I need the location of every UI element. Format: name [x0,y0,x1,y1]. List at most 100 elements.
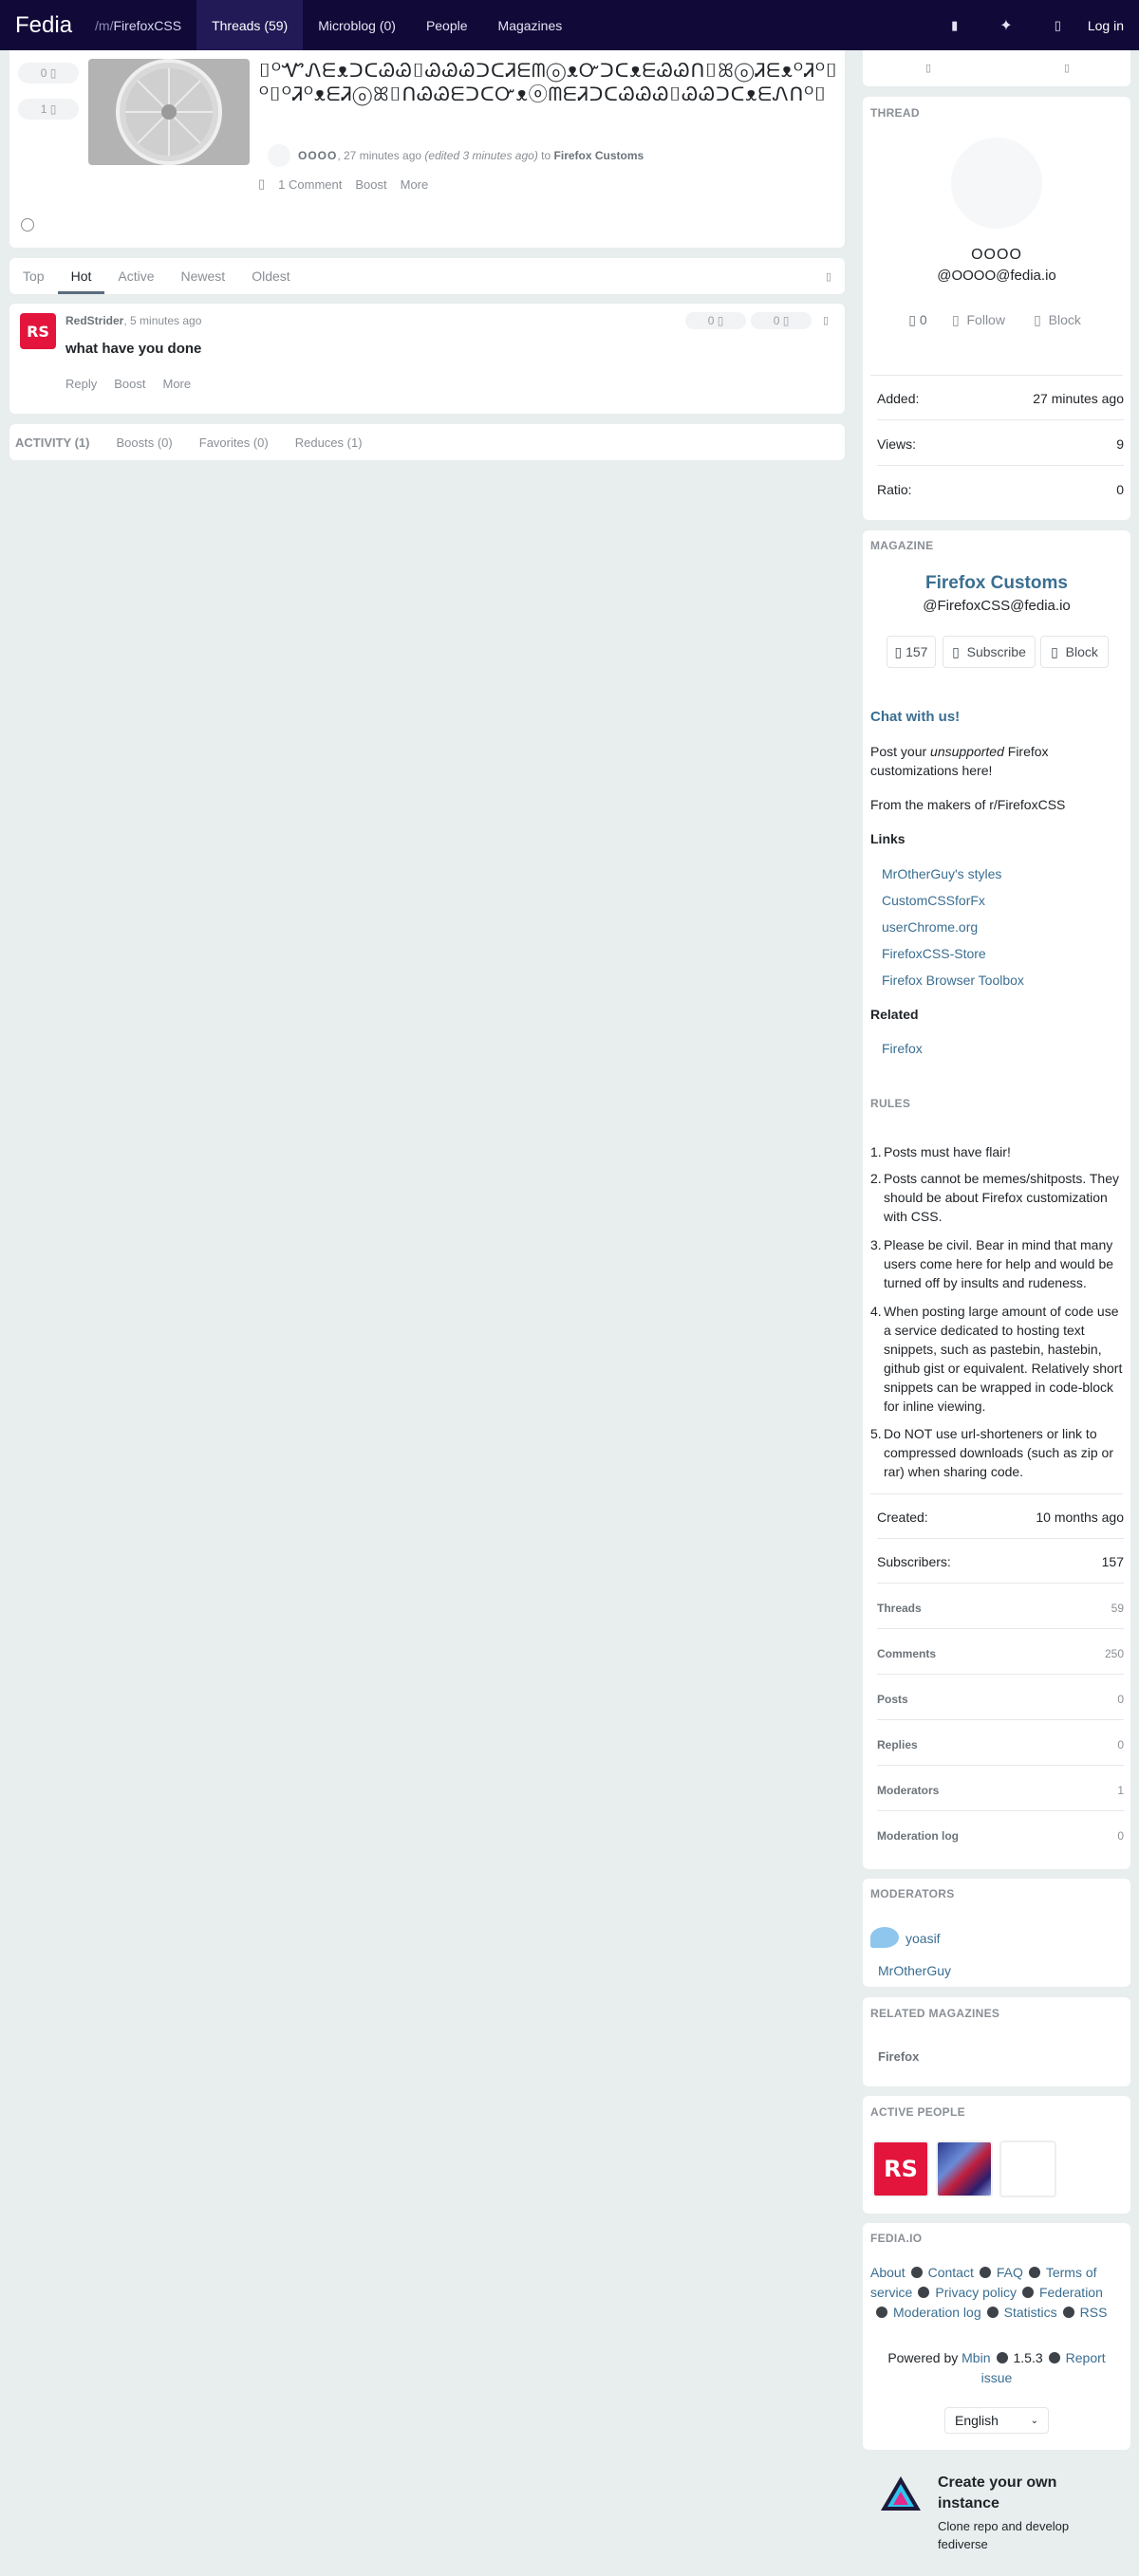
entry-magazine-link[interactable]: Firefox Customs [554,149,644,162]
footer-rss[interactable]: RSS [1080,2305,1108,2320]
bullet-dot [1021,2287,1034,2298]
footer-contact[interactable]: Contact [928,2265,974,2280]
nav-threads[interactable]: Threads (59) [196,0,304,50]
stub-icon-left[interactable]: ▯ [925,62,931,74]
activity-tab[interactable]: ACTIVITY (1) [15,436,90,450]
moderator-yoasif[interactable]: yoasif [906,1931,941,1946]
nav-people[interactable]: People [411,0,483,50]
stat-value: 0 [1117,1738,1124,1751]
settings-icon[interactable]: ▯ [1034,18,1082,33]
downvote-button[interactable]: 1 ▯ [18,99,79,120]
brand-logo[interactable]: Fedia [0,12,87,39]
chat-link[interactable]: Chat with us! [870,709,960,725]
stat-label: Added: [877,391,920,406]
block-label: Block [1048,312,1081,327]
footer-faq[interactable]: FAQ [997,2265,1023,2280]
stat-moderators: Moderators 1 [877,1784,1124,1811]
footer-moderation-log[interactable]: Moderation log [893,2305,981,2320]
thread-author-name[interactable]: OOOO [863,247,1130,264]
entry-title[interactable]: ⌷ᴼᏉᏁᗴᴥᑐᑕᏊᏊ⌷ᏊᏊᏊᑐᑕᏘᗴᗰⓞᴥᏅᑐᑕᴥᗴᏊᏊᑎ⌷ꕤⓞᏘᗴᴥᴼᏘᴼ⌷ᴼ… [259,59,838,135]
boost-button[interactable]: Boost [355,177,386,192]
view-options-icon[interactable]: ▯ [826,270,831,283]
more-button[interactable]: More [401,177,429,192]
stat-label: Subscribers: [877,1554,951,1569]
stat-value: 10 months ago [1036,1510,1124,1525]
mbin-link[interactable]: Mbin [962,2350,990,2365]
rule-4: 4. When posting large amount of code use … [870,1302,1125,1416]
comment-up-count: 0 [707,314,715,327]
active-person-3[interactable] [999,2140,1056,2197]
boosts-tab[interactable]: Boosts (0) [117,436,173,450]
footer-privacy[interactable]: Privacy policy [935,2285,1017,2300]
stat-threads: Threads 59 [877,1602,1124,1629]
stat-views: Views: 9 [877,436,1124,466]
tab-active[interactable]: Active [104,258,167,294]
link-userchrome-org[interactable]: userChrome.org [882,919,978,935]
comment-meta: RedStrider, 5 minutes ago [65,314,201,327]
reduces-tab[interactable]: Reduces (1) [295,436,363,450]
add-icon[interactable]: ✦ [979,16,1033,35]
bullet-dot [1062,2307,1074,2318]
tab-newest[interactable]: Newest [168,258,239,294]
comment-avatar[interactable]: RS [20,313,56,349]
upvote-button[interactable]: 0 ▯ [18,63,79,83]
search-icon[interactable]: ▮ [930,18,979,33]
author-avatar[interactable] [268,144,290,167]
link-mrotherguy-styles[interactable]: MrOtherGuy's styles [882,866,1001,881]
link-customcssforfx[interactable]: CustomCSSforFx [882,893,985,908]
create-instance-promo[interactable]: Create your own instance Clone repo and … [863,2463,1130,2567]
related-heading: Related [870,1007,919,1022]
comment-boost-button[interactable]: Boost [114,377,145,391]
rule-1: 1. Posts must have flair! [870,1142,1125,1161]
nav-magazines[interactable]: Magazines [483,0,578,50]
comments-link[interactable]: 1 Comment [278,177,342,192]
stat-label: Posts [877,1693,908,1706]
footer-statistics[interactable]: Statistics [1004,2305,1057,2320]
comment-author[interactable]: RedStrider [65,314,123,327]
entry-actions: ▯ 1 Comment Boost More [258,176,428,192]
stat-value: 59 [1111,1602,1124,1615]
collapse-icon[interactable]: ▯ [823,314,829,326]
header-icons: ▮ ✦ ▯ Log in [930,0,1139,50]
thread-follow-button[interactable]: ▯ Follow [942,304,1016,336]
select-radio[interactable] [21,218,34,232]
magazine-description: Post your unsupported Firefox customizat… [870,742,1079,780]
login-link[interactable]: Log in [1082,18,1139,33]
tab-hot[interactable]: Hot [57,258,105,294]
comment-downvote[interactable]: 0 ▯ [751,312,812,329]
tab-top[interactable]: Top [9,258,58,294]
thread-author-avatar[interactable] [951,138,1042,229]
comment-upvote[interactable]: 0 ▯ [685,312,746,329]
rules-divider [870,1493,1123,1494]
tab-oldest[interactable]: Oldest [238,258,303,294]
reply-button[interactable]: Reply [65,377,97,391]
active-person-2[interactable] [936,2140,993,2197]
related-link-firefox[interactable]: Firefox [882,1041,923,1056]
comment-more-button[interactable]: More [163,377,192,391]
subscribe-button[interactable]: ▯ Subscribe [943,636,1036,668]
thread-block-button[interactable]: ▯ Block [1021,304,1093,336]
stat-label: Moderators [877,1784,940,1797]
magazine-block-button[interactable]: ▯ Block [1040,636,1109,668]
entry-to: to [541,149,551,162]
entry-author[interactable]: OOOO [298,149,337,162]
nav-microblog[interactable]: Microblog (0) [303,0,411,50]
bullet-dot [996,2352,1008,2363]
rule-text: Do NOT use url-shorteners or link to com… [884,1426,1114,1479]
footer-federation[interactable]: Federation [1039,2285,1103,2300]
footer-about[interactable]: About [870,2265,906,2280]
bullet-dot [876,2307,887,2318]
breadcrumb[interactable]: /m/FirefoxCSS [87,0,196,50]
comment-down-count: 0 [773,314,780,327]
entry-thumbnail[interactable] [88,59,250,165]
stub-icon-right[interactable]: ▯ [1064,62,1070,74]
magazine-name[interactable]: Firefox Customs [863,573,1130,594]
language-select[interactable]: English ⌄ [944,2407,1049,2434]
active-person-1[interactable]: RS [872,2140,929,2197]
subscribe-label: Subscribe [966,644,1026,659]
related-magazine-firefox[interactable]: Firefox [878,2049,919,2064]
link-browser-toolbox[interactable]: Firefox Browser Toolbox [882,973,1024,988]
favorites-tab[interactable]: Favorites (0) [199,436,269,450]
link-firefoxcss-store[interactable]: FirefoxCSS-Store [882,946,986,961]
moderator-mrotherguy[interactable]: MrOtherGuy [878,1963,951,1978]
